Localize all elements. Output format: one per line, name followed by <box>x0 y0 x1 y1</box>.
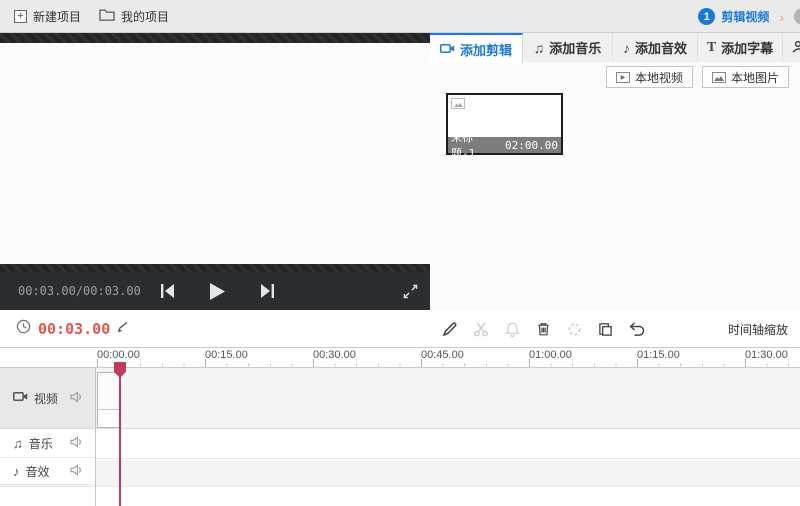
timeline-video-clip[interactable] <box>97 372 120 428</box>
plus-icon: + <box>14 9 27 23</box>
new-project-label: 新建项目 <box>33 9 82 24</box>
speaker-icon[interactable] <box>70 390 83 406</box>
music-note-icon: ♫ <box>533 39 545 56</box>
top-toolbar: + 新建项目 我的项目 1 剪辑视频 › 2 <box>0 0 800 33</box>
mark-bell-icon[interactable] <box>504 321 520 337</box>
import-buttons: ▶ 本地视频 本地图片 <box>605 66 789 88</box>
cut-scissors-icon[interactable] <box>473 321 489 337</box>
current-time-group: 00:03.00 <box>16 310 129 348</box>
video-editor-app: + 新建项目 我的项目 1 剪辑视频 › 2 00:03.00/00:03.00 <box>0 0 800 506</box>
clip-caption: 未标题-1... 02:00.00 <box>448 131 561 160</box>
play-button[interactable] <box>200 272 234 310</box>
playback-controls-bar: 00:03.00/00:03.00 <box>0 272 430 310</box>
track-label-column: 视频 ♫ 音乐 ♪ 音效 <box>0 368 96 506</box>
library-tabbar: 添加剪辑 ♫ 添加音乐 ♪ 添加音效 T 添加字幕 <box>430 33 800 63</box>
playhead-line[interactable] <box>119 362 121 506</box>
tab-add-clips[interactable]: 添加剪辑 <box>430 33 523 63</box>
track-label-text: 音效 <box>25 464 50 479</box>
step-1-badge: 1 <box>698 8 716 25</box>
edit-pencil-icon[interactable] <box>442 321 458 337</box>
tab-add-music[interactable]: ♫ 添加音乐 <box>523 33 613 62</box>
local-video-button[interactable]: ▶ 本地视频 <box>605 66 693 88</box>
playback-time-display: 00:03.00/00:03.00 <box>18 284 141 298</box>
unlink-dashed-icon[interactable] <box>566 321 582 337</box>
delete-trash-icon[interactable] <box>535 321 551 337</box>
tab-add-sound-effects-label: 添加音效 <box>634 41 687 56</box>
local-video-label: 本地视频 <box>634 70 683 85</box>
previous-frame-button[interactable] <box>152 272 182 310</box>
speaker-icon[interactable] <box>70 435 83 451</box>
partial-cropped-icon <box>789 40 800 56</box>
image-placeholder-icon <box>451 98 465 109</box>
tab-add-sound-effects[interactable]: ♪ 添加音效 <box>613 33 698 62</box>
step-2-badge: 2 <box>794 8 800 25</box>
track-label-music[interactable]: ♫ 音乐 <box>0 429 95 458</box>
timeline-zoom-label[interactable]: 时间轴缩放 <box>728 310 788 348</box>
music-note-icon: ♫ <box>13 435 23 451</box>
fullscreen-icon[interactable] <box>396 272 424 310</box>
track-label-sound-effect[interactable]: ♪ 音效 <box>0 458 95 485</box>
folder-icon <box>99 8 115 24</box>
tab-partial-cropped[interactable] <box>783 33 800 62</box>
new-project-button[interactable]: + 新建项目 <box>14 8 81 25</box>
timeline-area: 00:00.00 00:15.00 00:30.00 00:45.00 01:0… <box>0 348 800 506</box>
next-frame-button[interactable] <box>252 272 282 310</box>
clip-thumbnail[interactable]: 未标题-1... 02:00.00 <box>446 93 563 160</box>
step-1-label[interactable]: 剪辑视频 <box>721 8 769 25</box>
sound-effect-icon: ♪ <box>13 463 20 479</box>
ruler-tick-label: 00:30.00 <box>313 349 356 361</box>
image-file-icon <box>711 71 726 83</box>
tab-add-subtitles[interactable]: T 添加字幕 <box>698 33 783 62</box>
track-label-video[interactable]: 视频 <box>0 368 95 429</box>
chevron-right-icon: › <box>779 8 784 25</box>
clock-icon <box>16 319 31 339</box>
video-preview-pane: 00:03.00/00:03.00 <box>0 33 430 310</box>
copy-icon[interactable] <box>597 321 613 337</box>
tab-add-clips-label: 添加剪辑 <box>459 42 512 58</box>
local-image-button[interactable]: 本地图片 <box>701 66 789 88</box>
timeline-toolbar: 00:03.00 时间轴缩放 <box>0 310 800 348</box>
current-time-display: 00:03.00 <box>38 320 111 338</box>
video-file-icon: ▶ <box>615 71 630 83</box>
tab-add-music-label: 添加音乐 <box>549 41 602 56</box>
ruler-tick-label: 00:15.00 <box>205 349 248 361</box>
speaker-icon[interactable] <box>70 463 83 479</box>
media-library-panel: 添加剪辑 ♫ 添加音乐 ♪ 添加音效 T 添加字幕 ▶ 本地视频 本地图片 未标… <box>430 33 800 310</box>
video-camera-icon <box>439 42 455 57</box>
timeline-ruler[interactable]: 00:00.00 00:15.00 00:30.00 00:45.00 01:0… <box>96 348 800 368</box>
sound-effect-icon: ♪ <box>622 39 630 56</box>
clip-thumbnail-frame: 未标题-1... 02:00.00 <box>448 95 561 160</box>
ruler-tick-label: 00:45.00 <box>421 349 464 361</box>
my-projects-button[interactable]: 我的项目 <box>99 8 169 25</box>
clip-name: 未标题-1... <box>451 131 496 160</box>
track-label-text: 音乐 <box>28 436 53 451</box>
my-projects-label: 我的项目 <box>121 9 170 24</box>
preview-top-stripe <box>0 33 430 43</box>
ruler-tick-label: 00:00.00 <box>97 349 140 361</box>
preview-bottom-stripe <box>0 264 430 272</box>
tab-add-subtitles-label: 添加字幕 <box>721 41 774 56</box>
local-image-label: 本地图片 <box>730 70 779 85</box>
ruler-tick-label: 01:30.00 <box>745 349 788 361</box>
ruler-tick-label: 01:15.00 <box>637 349 680 361</box>
subtitle-t-icon: T <box>706 39 717 55</box>
video-camera-icon <box>13 391 28 405</box>
preview-screen <box>0 43 430 264</box>
timeline-tools <box>442 310 646 348</box>
clip-duration: 02:00.00 <box>505 138 558 152</box>
undo-icon[interactable] <box>628 321 646 337</box>
wizard-steps: 1 剪辑视频 › 2 <box>698 0 800 33</box>
track-label-text: 视频 <box>34 391 59 406</box>
ruler-corner <box>0 348 96 368</box>
edit-time-icon[interactable] <box>117 320 129 338</box>
ruler-tick-label: 01:00.00 <box>529 349 572 361</box>
